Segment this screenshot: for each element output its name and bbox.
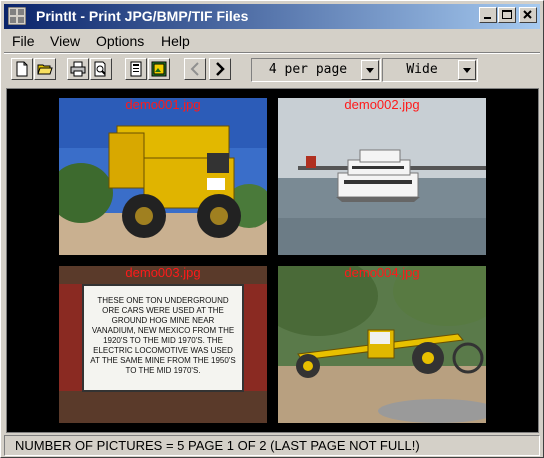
toolbar: 4 per page Wide	[4, 54, 540, 86]
menu-help[interactable]: Help	[161, 33, 190, 49]
next-page-icon	[216, 62, 225, 76]
maximize-button[interactable]	[498, 7, 516, 23]
minimize-button[interactable]	[479, 7, 497, 23]
per-page-select[interactable]: 4 per page	[251, 58, 381, 82]
image-settings-icon	[151, 61, 167, 77]
per-page-value: 4 per page	[268, 62, 348, 77]
thumbnail-viewer[interactable]: demo001.jpg demo002.jpg THESE ONE TON UN…	[6, 88, 539, 433]
print-preview-button[interactable]	[90, 58, 112, 80]
page-setup-icon	[130, 61, 142, 77]
chevron-down-icon[interactable]	[458, 60, 476, 80]
minimize-icon	[484, 17, 491, 19]
close-icon	[523, 10, 532, 19]
photo-ferry-boat	[278, 98, 486, 255]
thumbnail-demo004[interactable]: demo004.jpg	[278, 266, 486, 423]
open-button[interactable]	[34, 58, 56, 80]
new-button[interactable]	[11, 58, 33, 80]
menu-bar: File View Options Help	[4, 31, 540, 51]
new-icon	[16, 61, 28, 77]
previous-page-icon	[190, 62, 199, 76]
app-icon	[8, 7, 26, 25]
thumbnail-demo003[interactable]: THESE ONE TON UNDERGROUND ORE CARS WERE …	[59, 266, 267, 423]
thumbnail-label: demo004.jpg	[344, 266, 420, 280]
layout-value: Wide	[406, 62, 438, 77]
thumbnail-demo002[interactable]: demo002.jpg	[278, 98, 486, 255]
page-setup-button[interactable]	[125, 58, 147, 80]
printer-icon	[70, 61, 86, 77]
print-preview-icon	[94, 61, 106, 77]
window-title: PrintIt - Print JPG/BMP/TIF Files	[36, 8, 249, 24]
open-folder-icon	[37, 64, 53, 75]
title-bar[interactable]: PrintIt - Print JPG/BMP/TIF Files	[4, 4, 540, 29]
layout-select[interactable]: Wide	[382, 58, 478, 82]
main-window: PrintIt - Print JPG/BMP/TIF Files File V…	[0, 0, 544, 458]
menu-options[interactable]: Options	[96, 33, 144, 49]
previous-page-button[interactable]	[184, 58, 206, 80]
print-button[interactable]	[67, 58, 89, 80]
thumbnail-demo001[interactable]: demo001.jpg	[59, 98, 267, 255]
maximize-icon	[502, 10, 512, 19]
thumbnail-label: demo001.jpg	[125, 98, 201, 112]
close-button[interactable]	[519, 7, 537, 23]
status-text: NUMBER OF PICTURES = 5 PAGE 1 OF 2 (LAST…	[15, 438, 420, 453]
menu-file[interactable]: File	[12, 33, 35, 49]
chevron-down-icon[interactable]	[361, 60, 379, 80]
next-page-button[interactable]	[209, 58, 231, 80]
status-bar: NUMBER OF PICTURES = 5 PAGE 1 OF 2 (LAST…	[4, 435, 540, 456]
photo-road-grader	[278, 266, 486, 423]
menu-view[interactable]: View	[50, 33, 80, 49]
thumbnail-label: demo002.jpg	[344, 98, 420, 112]
image-settings-button[interactable]	[148, 58, 170, 80]
sign-text: THESE ONE TON UNDERGROUND ORE CARS WERE …	[90, 296, 236, 375]
thumbnail-label: demo003.jpg	[125, 266, 201, 280]
photo-dump-truck	[59, 98, 267, 255]
